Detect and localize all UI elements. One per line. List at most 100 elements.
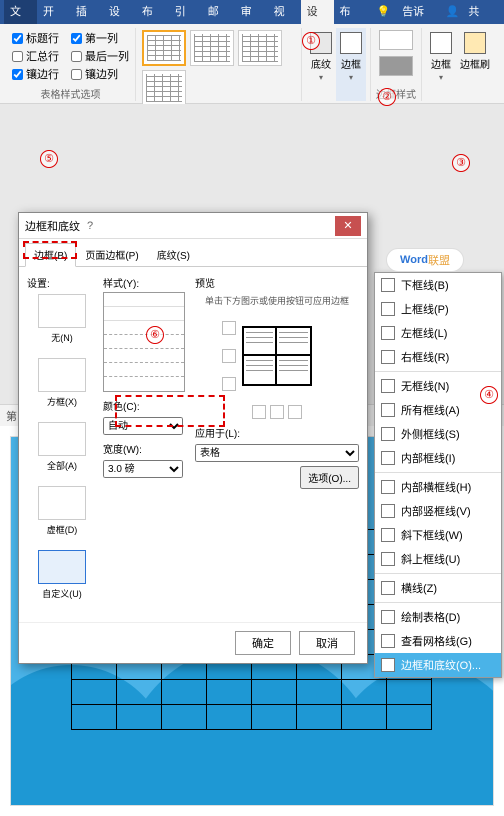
menu-tab[interactable]: 引用 xyxy=(169,0,202,24)
check-last-col[interactable] xyxy=(71,51,82,62)
borders-dropdown-menu: 下框线(B) 上框线(P) 左框线(L) 右框线(R) 无框线(N) 所有框线(… xyxy=(374,272,502,678)
marker-3: ③ xyxy=(452,154,470,172)
brush-icon xyxy=(464,32,486,54)
preview-edge-button[interactable] xyxy=(222,377,236,391)
ok-button[interactable]: 确定 xyxy=(235,631,291,655)
borders-icon xyxy=(340,32,362,54)
setting-box[interactable] xyxy=(38,358,86,392)
help-button[interactable]: ? xyxy=(80,220,100,232)
menu-item[interactable]: 内部框线(I) xyxy=(375,446,501,470)
close-button[interactable]: ✕ xyxy=(335,216,361,236)
borders-button[interactable]: 边框▾ xyxy=(336,28,366,101)
setting-all[interactable] xyxy=(38,422,86,456)
share-button[interactable]: 👤 共享 xyxy=(440,0,500,24)
table-style-thumb[interactable] xyxy=(142,30,186,66)
apply-select[interactable]: 表格 xyxy=(195,444,359,462)
menu-tab-layout[interactable]: 布局 xyxy=(334,0,367,24)
color-select[interactable]: 自动 xyxy=(103,417,183,435)
watermark-logo: Word联盟 xyxy=(386,248,464,272)
menubar: 文件 开始 插入 设计 布局 引用 邮件 审阅 视图 设计 布局 💡 告诉我 👤… xyxy=(0,0,504,24)
borders-split-button[interactable]: 边框▾ xyxy=(426,28,456,101)
setting-grid[interactable] xyxy=(38,486,86,520)
preview-edge-button[interactable] xyxy=(222,321,236,335)
setting-none[interactable] xyxy=(38,294,86,328)
table-style-thumb[interactable] xyxy=(238,30,282,66)
menu-item[interactable]: 内部竖框线(V) xyxy=(375,499,501,523)
border-diag-down-icon xyxy=(381,528,395,542)
menu-item[interactable]: 左框线(L) xyxy=(375,321,501,345)
tab-borders[interactable]: 边框(B) xyxy=(25,243,76,267)
menu-file[interactable]: 文件 xyxy=(4,0,37,24)
preview-area xyxy=(222,311,332,401)
options-button[interactable]: 选项(O)... xyxy=(300,466,359,489)
width-select[interactable]: 3.0 磅 xyxy=(103,460,183,478)
border-top-icon xyxy=(381,302,395,316)
menu-tab[interactable]: 邮件 xyxy=(202,0,235,24)
border-v-icon xyxy=(381,504,395,518)
draw-table-icon xyxy=(381,610,395,624)
border-painter-button[interactable]: 边框刷 xyxy=(456,28,494,101)
menu-tab[interactable]: 视图 xyxy=(268,0,301,24)
style-options-right: 第一列 最后一列 镶边列 xyxy=(69,28,131,84)
preview-label: 预览 xyxy=(195,275,359,290)
menu-tab[interactable]: 插入 xyxy=(70,0,103,24)
cancel-button[interactable]: 取消 xyxy=(299,631,355,655)
border-all-icon xyxy=(381,403,395,417)
border-left-icon xyxy=(381,326,395,340)
preview-edge-button[interactable] xyxy=(288,405,302,419)
menu-tab[interactable]: 设计 xyxy=(103,0,136,24)
marker-6: ⑥ xyxy=(146,326,164,344)
color-label: 颜色(C): xyxy=(103,398,183,413)
menu-item[interactable]: 上框线(P) xyxy=(375,297,501,321)
border-bottom-icon xyxy=(381,278,395,292)
check-first-col[interactable] xyxy=(71,33,82,44)
pen-style[interactable] xyxy=(375,28,417,52)
border-none-icon xyxy=(381,379,395,393)
tell-me[interactable]: 告诉我 xyxy=(396,0,439,24)
menu-item[interactable]: 下框线(B) xyxy=(375,273,501,297)
menu-item[interactable]: 绘制表格(D) xyxy=(375,605,501,629)
check-header-row[interactable] xyxy=(12,33,23,44)
style-label: 样式(Y): xyxy=(103,275,183,290)
width-label: 宽度(W): xyxy=(103,441,183,456)
marker-4: ④ xyxy=(480,386,498,404)
check-banded-col[interactable] xyxy=(71,69,82,80)
menu-tab[interactable]: 审阅 xyxy=(235,0,268,24)
preview-edge-button[interactable] xyxy=(270,405,284,419)
check-total-row[interactable] xyxy=(12,51,23,62)
setting-custom[interactable] xyxy=(38,550,86,584)
tab-page-border[interactable]: 页面边框(P) xyxy=(76,243,147,266)
tab-shading[interactable]: 底纹(S) xyxy=(148,243,199,266)
preview-edge-button[interactable] xyxy=(252,405,266,419)
marker-5: ⑤ xyxy=(40,150,58,168)
menu-item[interactable]: 内部横框线(H) xyxy=(375,475,501,499)
borders-shading-icon xyxy=(381,658,395,672)
dialog-tabs: 边框(B) 页面边框(P) 底纹(S) xyxy=(19,239,367,267)
check-banded-row[interactable] xyxy=(12,69,23,80)
menu-tab-design[interactable]: 设计 xyxy=(301,0,334,24)
ribbon: 标题行 汇总行 镶边行 第一列 最后一列 镶边列 表格样式选项 表格样式 xyxy=(0,24,504,104)
menu-tab[interactable]: 开始 xyxy=(37,0,70,24)
menu-item[interactable]: 斜下框线(W) xyxy=(375,523,501,547)
border-right-icon xyxy=(381,350,395,364)
hline-icon xyxy=(381,581,395,595)
menu-item[interactable]: 右框线(R) xyxy=(375,345,501,369)
table-style-thumb[interactable] xyxy=(190,30,234,66)
pen-color[interactable] xyxy=(375,54,417,78)
menu-tab[interactable]: 布局 xyxy=(136,0,169,24)
style-listbox[interactable] xyxy=(103,292,185,392)
menu-item[interactable]: 查看网格线(G) xyxy=(375,629,501,653)
menu-item-borders-shading[interactable]: 边框和底纹(O)... xyxy=(375,653,501,677)
menu-item[interactable]: 斜上框线(U) xyxy=(375,547,501,571)
style-options-left: 标题行 汇总行 镶边行 xyxy=(10,28,61,84)
borders-icon xyxy=(430,32,452,54)
menu-item[interactable]: 外侧框线(S) xyxy=(375,422,501,446)
table-style-thumb[interactable] xyxy=(142,70,186,106)
preview-edge-button[interactable] xyxy=(222,349,236,363)
borders-shading-dialog: 边框和底纹 ? ✕ 边框(B) 页面边框(P) 底纹(S) 设置: 无(N) 方… xyxy=(18,212,368,664)
marker-1: ① xyxy=(302,32,320,50)
tell-me-icon[interactable]: 💡 xyxy=(370,0,396,24)
menu-item[interactable]: 横线(Z) xyxy=(375,576,501,600)
preview-hint: 单击下方图示或使用按钮可应用边框 xyxy=(195,294,359,307)
view-gridlines-icon xyxy=(381,634,395,648)
